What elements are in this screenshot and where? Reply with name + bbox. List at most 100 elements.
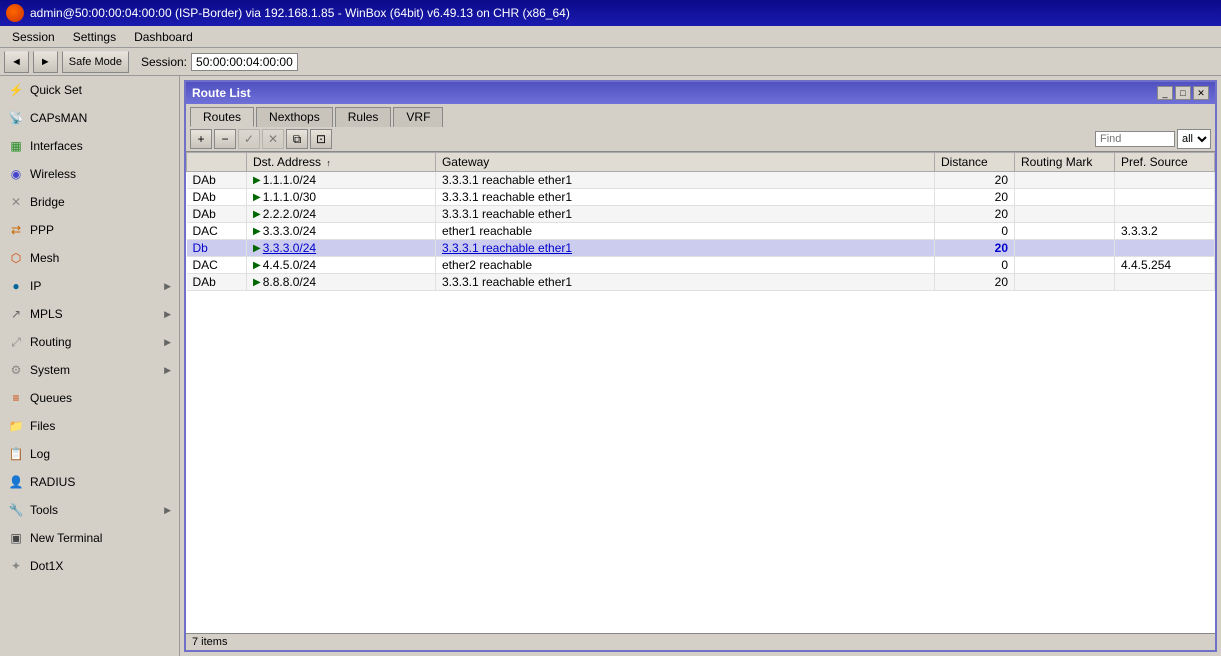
cell-pref-source xyxy=(1115,206,1215,223)
sidebar-item-quick-set[interactable]: ⚡ Quick Set xyxy=(0,76,179,104)
copy-button[interactable]: ⧉ xyxy=(286,129,308,149)
title-bar: admin@50:00:00:04:00:00 (ISP-Border) via… xyxy=(0,0,1221,26)
sidebar-item-mpls[interactable]: ↗ MPLS ▶ xyxy=(0,300,179,328)
table-row[interactable]: DAb▶2.2.2.0/243.3.3.1 reachable ether120 xyxy=(187,206,1215,223)
table-row[interactable]: DAb▶1.1.1.0/243.3.3.1 reachable ether120 xyxy=(187,172,1215,189)
cell-flags: DAC xyxy=(187,223,247,240)
route-table-body: DAb▶1.1.1.0/243.3.3.1 reachable ether120… xyxy=(187,172,1215,291)
table-row[interactable]: DAC▶4.4.5.0/24ether2 reachable04.4.5.254 xyxy=(187,257,1215,274)
tab-vrf[interactable]: VRF xyxy=(393,107,443,127)
sidebar-item-new-terminal[interactable]: ▣ New Terminal xyxy=(0,524,179,552)
sidebar-item-wireless[interactable]: ◉ Wireless xyxy=(0,160,179,188)
sidebar-item-capsman[interactable]: 📡 CAPsMAN xyxy=(0,104,179,132)
session-value: 50:00:00:04:00:00 xyxy=(191,53,298,71)
log-icon: 📋 xyxy=(8,446,24,462)
add-button[interactable]: + xyxy=(190,129,212,149)
table-row[interactable]: DAC▶3.3.3.0/24ether1 reachable03.3.3.2 xyxy=(187,223,1215,240)
sidebar-item-ip[interactable]: ● IP ▶ xyxy=(0,272,179,300)
table-row[interactable]: DAb▶8.8.8.0/243.3.3.1 reachable ether120 xyxy=(187,274,1215,291)
safemode-button[interactable]: Safe Mode xyxy=(62,51,129,73)
cell-gateway: ether2 reachable xyxy=(435,257,934,274)
mpls-icon: ↗ xyxy=(8,306,24,322)
items-count: 7 items xyxy=(192,636,227,648)
cell-gateway: 3.3.3.1 reachable ether1 xyxy=(435,274,934,291)
menu-settings[interactable]: Settings xyxy=(65,29,124,45)
col-gateway[interactable]: Gateway xyxy=(435,153,934,172)
col-pref-source[interactable]: Pref. Source xyxy=(1115,153,1215,172)
menu-bar: Session Settings Dashboard xyxy=(0,26,1221,48)
system-icon: ⚙ xyxy=(8,362,24,378)
tab-nexthops[interactable]: Nexthops xyxy=(256,107,333,127)
menu-session[interactable]: Session xyxy=(4,29,63,45)
tab-routes[interactable]: Routes xyxy=(190,107,254,127)
table-row[interactable]: Db▶3.3.3.0/243.3.3.1 reachable ether120 xyxy=(187,240,1215,257)
sidebar-item-files[interactable]: 📁 Files xyxy=(0,412,179,440)
table-header-row: Dst. Address ↑ Gateway Distance Routing … xyxy=(187,153,1215,172)
cell-dst-address: ▶1.1.1.0/24 xyxy=(247,172,436,189)
cell-gateway: 3.3.3.1 reachable ether1 xyxy=(435,206,934,223)
sidebar-label-files: Files xyxy=(30,419,55,433)
new-terminal-icon: ▣ xyxy=(8,530,24,546)
main-toolbar: ◄ ► Safe Mode Session: 50:00:00:04:00:00 xyxy=(0,48,1221,76)
sidebar-item-dot1x[interactable]: ✦ Dot1X xyxy=(0,552,179,580)
status-bar: 7 items xyxy=(186,633,1215,650)
session-label: Session: xyxy=(141,55,187,69)
sidebar-label-mesh: Mesh xyxy=(30,251,59,265)
content-area: Route List _ □ ✕ Routes Nexthops Rules V… xyxy=(180,76,1221,656)
remove-button[interactable]: − xyxy=(214,129,236,149)
sidebar-item-log[interactable]: 📋 Log xyxy=(0,440,179,468)
find-box: all xyxy=(1095,129,1211,149)
col-distance[interactable]: Distance xyxy=(935,153,1015,172)
find-input[interactable] xyxy=(1095,131,1175,147)
ip-icon: ● xyxy=(8,278,24,294)
sidebar-item-routing[interactable]: ⤢ Routing ▶ xyxy=(0,328,179,356)
sidebar-label-mpls: MPLS xyxy=(30,307,63,321)
routing-arrow-icon: ▶ xyxy=(164,337,171,348)
menu-dashboard[interactable]: Dashboard xyxy=(126,29,201,45)
cell-pref-source xyxy=(1115,189,1215,206)
tools-icon: 🔧 xyxy=(8,502,24,518)
col-dst-address[interactable]: Dst. Address ↑ xyxy=(247,153,436,172)
sidebar-item-radius[interactable]: 👤 RADIUS xyxy=(0,468,179,496)
cell-flags: DAb xyxy=(187,172,247,189)
sidebar-item-ppp[interactable]: ⇄ PPP xyxy=(0,216,179,244)
sidebar-item-mesh[interactable]: ⬡ Mesh xyxy=(0,244,179,272)
find-select[interactable]: all xyxy=(1177,129,1211,149)
window-close-button[interactable]: ✕ xyxy=(1193,86,1209,100)
col-flags[interactable] xyxy=(187,153,247,172)
filter-button[interactable]: ⊡ xyxy=(310,129,332,149)
sidebar-item-queues[interactable]: ≡ Queues xyxy=(0,384,179,412)
cell-gateway: 3.3.3.1 reachable ether1 xyxy=(435,240,934,257)
cell-flags: DAb xyxy=(187,274,247,291)
ppp-icon: ⇄ xyxy=(8,222,24,238)
disable-button[interactable]: ✕ xyxy=(262,129,284,149)
forward-button[interactable]: ► xyxy=(33,51,58,73)
sidebar-item-bridge[interactable]: ✕ Bridge xyxy=(0,188,179,216)
sidebar-label-bridge: Bridge xyxy=(30,195,65,209)
mpls-arrow-icon: ▶ xyxy=(164,309,171,320)
table-row[interactable]: DAb▶1.1.1.0/303.3.3.1 reachable ether120 xyxy=(187,189,1215,206)
system-arrow-icon: ▶ xyxy=(164,365,171,376)
window-titlebar: Route List _ □ ✕ xyxy=(186,82,1215,104)
quick-set-icon: ⚡ xyxy=(8,82,24,98)
cell-distance: 0 xyxy=(935,257,1015,274)
tab-rules[interactable]: Rules xyxy=(335,107,392,127)
bridge-icon: ✕ xyxy=(8,194,24,210)
ip-arrow-icon: ▶ xyxy=(164,281,171,292)
route-table: Dst. Address ↑ Gateway Distance Routing … xyxy=(186,152,1215,291)
cell-distance: 20 xyxy=(935,240,1015,257)
sidebar-item-interfaces[interactable]: ▦ Interfaces xyxy=(0,132,179,160)
queues-icon: ≡ xyxy=(8,390,24,406)
sidebar-item-tools[interactable]: 🔧 Tools ▶ xyxy=(0,496,179,524)
cell-distance: 0 xyxy=(935,223,1015,240)
window-minimize-button[interactable]: _ xyxy=(1157,86,1173,100)
routing-icon: ⤢ xyxy=(8,334,24,350)
sidebar-label-wireless: Wireless xyxy=(30,167,76,181)
check-button[interactable]: ✓ xyxy=(238,129,260,149)
back-button[interactable]: ◄ xyxy=(4,51,29,73)
sidebar-item-system[interactable]: ⚙ System ▶ xyxy=(0,356,179,384)
window-title: Route List xyxy=(192,86,251,100)
window-maximize-button[interactable]: □ xyxy=(1175,86,1191,100)
col-routing-mark[interactable]: Routing Mark xyxy=(1015,153,1115,172)
cell-routing-mark xyxy=(1015,189,1115,206)
